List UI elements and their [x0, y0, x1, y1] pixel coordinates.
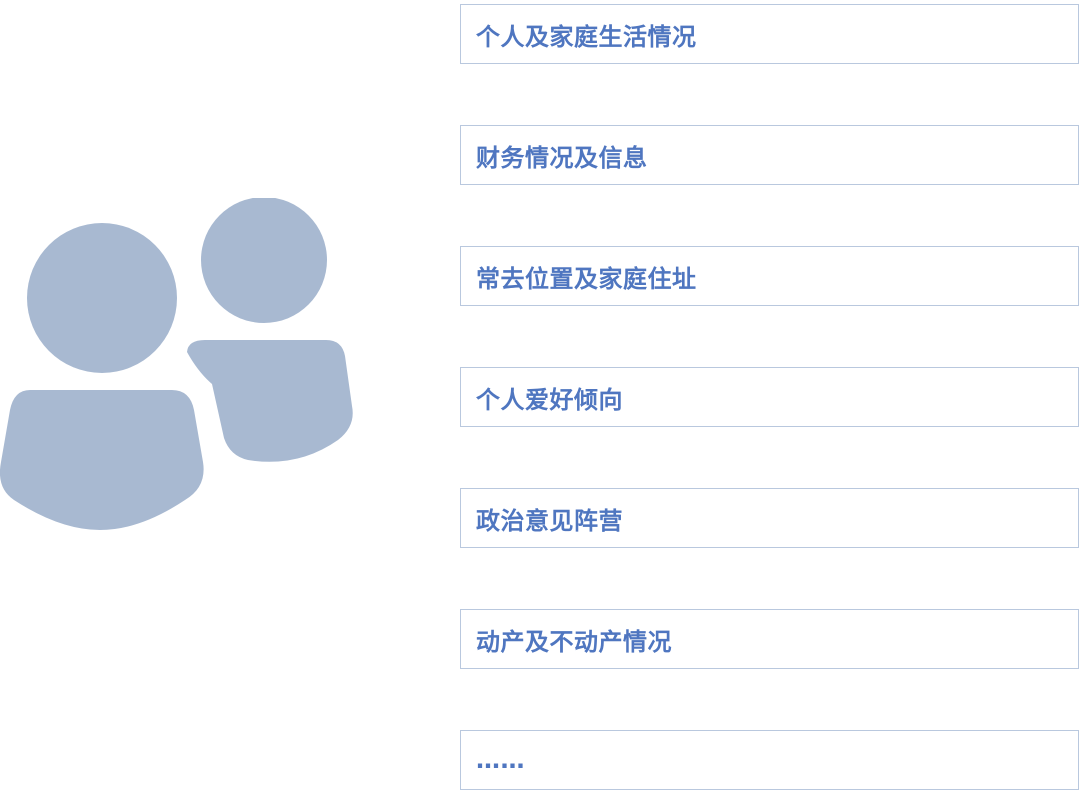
category-label: 个人爱好倾向 — [476, 385, 623, 414]
back-person-head — [201, 198, 327, 323]
category-label: …… — [476, 746, 525, 774]
category-property-assets: 动产及不动产情况 — [460, 609, 1079, 669]
category-label: 政治意见阵营 — [476, 506, 623, 535]
category-label: 常去位置及家庭住址 — [476, 264, 697, 293]
category-more-ellipsis: …… — [460, 730, 1079, 790]
category-locations-address: 常去位置及家庭住址 — [460, 246, 1079, 306]
info-category-list: 个人及家庭生活情况 财务情况及信息 常去位置及家庭住址 个人爱好倾向 政治意见阵… — [460, 4, 1079, 790]
users-icon — [0, 198, 353, 530]
category-personal-family-life: 个人及家庭生活情况 — [460, 4, 1079, 64]
category-financial-info: 财务情况及信息 — [460, 125, 1079, 185]
front-person-head — [27, 223, 177, 373]
category-label: 个人及家庭生活情况 — [476, 22, 697, 51]
category-label: 动产及不动产情况 — [476, 627, 672, 656]
front-person-body — [0, 390, 204, 530]
back-person-body — [187, 340, 353, 462]
category-personal-hobbies: 个人爱好倾向 — [460, 367, 1079, 427]
category-political-views: 政治意见阵营 — [460, 488, 1079, 548]
category-label: 财务情况及信息 — [476, 143, 648, 172]
